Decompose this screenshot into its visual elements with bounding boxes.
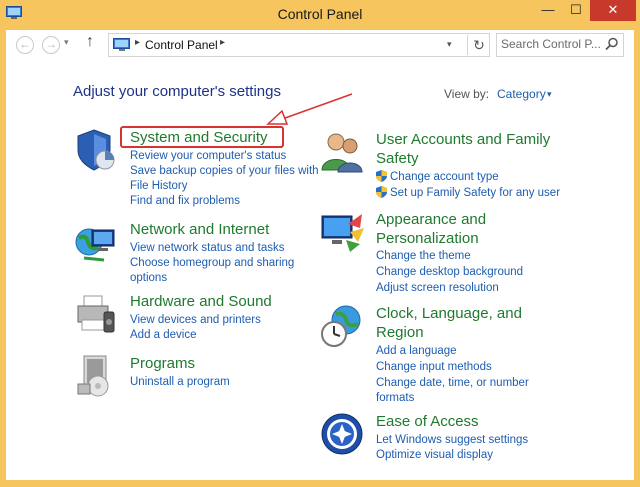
category-hardware-sound: Hardware and Sound View devices and prin… xyxy=(74,292,324,343)
title-bar[interactable]: Control Panel — ☐ ✕ xyxy=(0,0,640,30)
category-user-accounts: User Accounts and Family Safety Change a… xyxy=(320,130,620,202)
clock-language-title-line2[interactable]: Region xyxy=(376,323,424,342)
search-icon[interactable] xyxy=(605,37,619,51)
category-appearance: Appearance and Personalization Change th… xyxy=(320,210,620,296)
desktop-background-link[interactable]: Change desktop background xyxy=(376,265,523,280)
up-arrow-icon[interactable]: ↑ xyxy=(86,33,94,51)
input-methods-link[interactable]: Change input methods xyxy=(376,360,492,375)
control-panel-window: Control Panel — ☐ ✕ ← → ▾ ↑ ▸ Control Pa… xyxy=(0,0,640,487)
network-status-link[interactable]: View network status and tasks xyxy=(130,241,284,256)
users-icon[interactable] xyxy=(320,130,364,174)
monitor-paint-icon[interactable] xyxy=(320,210,364,254)
category-network-internet: Network and Internet View network status… xyxy=(74,220,324,284)
change-account-type-link[interactable]: Change account type xyxy=(376,170,499,185)
recent-locations-chevron-icon[interactable]: ▾ xyxy=(64,37,69,48)
family-safety-link[interactable]: Set up Family Safety for any user xyxy=(376,186,560,201)
family-safety-label: Set up Family Safety for any user xyxy=(390,187,561,199)
uac-shield-icon xyxy=(376,186,387,198)
category-clock-language: Clock, Language, and Region Add a langua… xyxy=(320,304,620,404)
review-status-link[interactable]: Review your computer's status xyxy=(130,149,286,164)
page-title: Adjust your computer's settings xyxy=(73,83,281,100)
screen-resolution-link[interactable]: Adjust screen resolution xyxy=(376,281,499,296)
navigation-toolbar: ← → ▾ ↑ ▸ Control Panel ▸ ▾ ↻ xyxy=(6,30,634,60)
appearance-title-line2[interactable]: Personalization xyxy=(376,229,479,248)
globe-network-icon[interactable] xyxy=(74,220,118,264)
maximize-button[interactable]: ☐ xyxy=(562,0,590,21)
ease-of-access-icon[interactable] xyxy=(320,412,364,456)
chevron-down-icon[interactable]: ▾ xyxy=(547,89,552,100)
clock-globe-icon[interactable] xyxy=(320,304,364,348)
optimize-display-link[interactable]: Optimize visual display xyxy=(376,448,493,463)
category-programs: Programs Uninstall a program xyxy=(74,354,324,397)
user-accounts-title[interactable]: User Accounts and Family xyxy=(376,130,550,149)
search-input[interactable] xyxy=(501,37,601,51)
suggest-settings-link[interactable]: Let Windows suggest settings xyxy=(376,433,528,448)
backup-file-history-link[interactable]: Save backup copies of your files with xyxy=(130,164,319,179)
network-internet-title[interactable]: Network and Internet xyxy=(130,220,269,239)
backup-file-history-link-line2[interactable]: File History xyxy=(130,179,188,194)
breadcrumb-chevron-icon[interactable]: ▸ xyxy=(135,37,140,48)
clock-language-title[interactable]: Clock, Language, and xyxy=(376,304,522,323)
user-accounts-title-line2[interactable]: Safety xyxy=(376,149,419,168)
change-theme-link[interactable]: Change the theme xyxy=(376,249,471,264)
programs-title[interactable]: Programs xyxy=(130,354,195,373)
view-by-dropdown[interactable]: Category xyxy=(497,87,546,101)
homegroup-sharing-link[interactable]: Choose homegroup and sharing xyxy=(130,256,294,271)
breadcrumb-control-panel[interactable]: Control Panel xyxy=(145,38,218,52)
ease-of-access-title[interactable]: Ease of Access xyxy=(376,412,479,431)
breadcrumb-chevron-icon[interactable]: ▸ xyxy=(220,37,225,48)
address-dropdown-icon[interactable]: ▾ xyxy=(447,39,452,50)
find-fix-problems-link[interactable]: Find and fix problems xyxy=(130,194,240,209)
date-time-link-line2[interactable]: formats xyxy=(376,391,414,406)
uninstall-program-link[interactable]: Uninstall a program xyxy=(130,375,230,390)
add-language-link[interactable]: Add a language xyxy=(376,344,457,359)
printer-icon[interactable] xyxy=(74,292,118,336)
homegroup-sharing-link-line2[interactable]: options xyxy=(130,271,167,286)
annotation-highlight-box xyxy=(120,126,284,148)
program-box-icon[interactable] xyxy=(74,354,118,398)
devices-printers-link[interactable]: View devices and printers xyxy=(130,313,261,328)
add-device-link[interactable]: Add a device xyxy=(130,328,197,343)
search-box[interactable] xyxy=(496,33,624,57)
category-ease-of-access: Ease of Access Let Windows suggest setti… xyxy=(320,412,620,462)
control-panel-icon xyxy=(113,38,130,51)
date-time-link[interactable]: Change date, time, or number xyxy=(376,376,529,391)
address-bar[interactable]: ▸ Control Panel ▸ ▾ ↻ xyxy=(108,33,490,57)
back-button[interactable]: ← xyxy=(16,36,34,54)
close-button[interactable]: ✕ xyxy=(590,0,636,21)
refresh-button[interactable]: ↻ xyxy=(467,35,490,55)
hardware-sound-title[interactable]: Hardware and Sound xyxy=(130,292,272,311)
minimize-button[interactable]: — xyxy=(534,0,562,21)
change-account-type-label: Change account type xyxy=(390,171,499,183)
shield-chart-icon[interactable] xyxy=(74,128,118,172)
content-area: Adjust your computer's settings View by:… xyxy=(6,60,634,480)
view-by-label: View by: xyxy=(444,87,490,101)
appearance-title[interactable]: Appearance and xyxy=(376,210,486,229)
forward-button[interactable]: → xyxy=(42,36,60,54)
uac-shield-icon xyxy=(376,170,387,182)
